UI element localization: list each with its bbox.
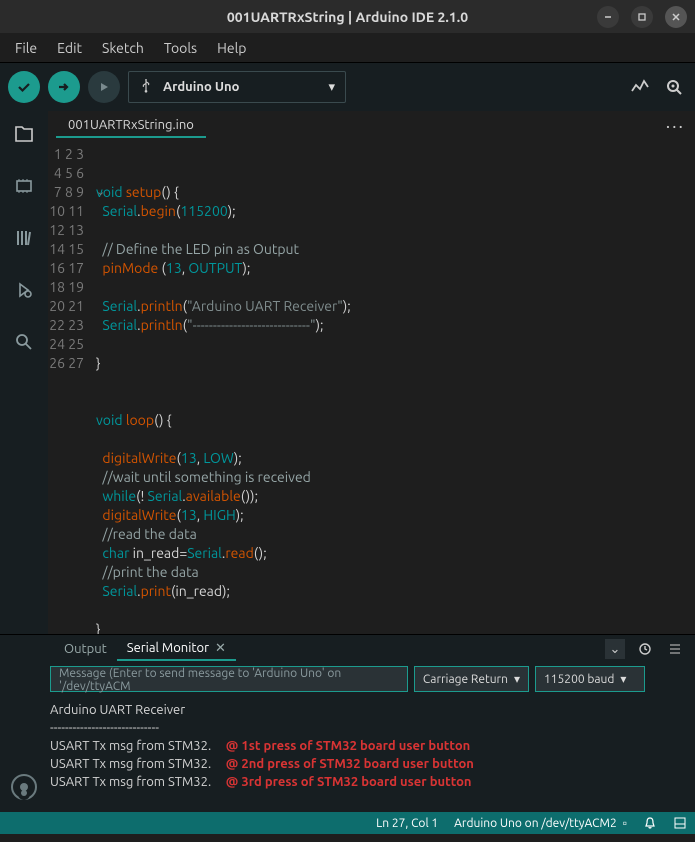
out-line: Arduino UART Receiver (50, 703, 185, 717)
line-ending-label: Carriage Return (423, 673, 508, 686)
annotation: @ 2nd press of STM32 board user button (226, 757, 474, 771)
annotation: @ 3rd press of STM32 board user button (226, 775, 472, 789)
out-line: ----------------------------- (50, 721, 159, 735)
baud-select[interactable]: 115200 baud ▾ (535, 666, 645, 692)
code-content: void setup() { Serial.begin(115200); // … (96, 141, 695, 634)
minimize-button[interactable] (597, 6, 619, 28)
tab-serial-monitor[interactable]: Serial Monitor ✕ (117, 638, 236, 661)
verify-button[interactable] (8, 71, 40, 103)
profile-icon[interactable] (11, 774, 37, 800)
tab-output[interactable]: Output (54, 639, 117, 659)
main-row: 001UARTRxString.ino ··· 1 2 3 4 5 6 7 8 … (0, 111, 695, 634)
board-label: Arduino Uno (163, 80, 239, 94)
window-buttons (597, 6, 687, 28)
close-panel-icon[interactable] (673, 816, 687, 830)
chevron-down-icon: ▾ (620, 672, 626, 686)
out-line: USART Tx msg from STM32. (50, 775, 211, 789)
menu-tools[interactable]: Tools (155, 37, 206, 59)
clock-icon[interactable] (635, 639, 655, 659)
board-manager-icon[interactable] (11, 173, 37, 199)
serial-message-input[interactable]: Message (Enter to send message to 'Ardui… (50, 666, 408, 692)
line-ending-select[interactable]: Carriage Return ▾ (414, 666, 529, 692)
debug-button[interactable] (88, 71, 120, 103)
debug-icon[interactable] (11, 277, 37, 303)
close-icon[interactable]: ✕ (215, 641, 226, 655)
search-icon[interactable] (11, 329, 37, 355)
upload-button[interactable] (48, 71, 80, 103)
menu-edit[interactable]: Edit (48, 37, 91, 59)
fold-icon[interactable]: ⌄ (96, 183, 105, 202)
toolbar: Arduino Uno ▾ (0, 63, 695, 111)
bottom-panel: Output Serial Monitor ✕ ⌄ Message (Enter … (0, 634, 695, 812)
line-gutter: 1 2 3 4 5 6 7 8 9 10 11 12 13 14 15 16 1… (48, 141, 96, 634)
window-title: 001UARTRxString | Arduino IDE 2.1.0 (227, 9, 468, 25)
editor-column: 001UARTRxString.ino ··· 1 2 3 4 5 6 7 8 … (48, 111, 695, 634)
close-button[interactable] (665, 6, 687, 28)
serial-plotter-icon[interactable] (627, 74, 653, 100)
status-board[interactable]: Arduino Uno on /dev/ttyACM2▫ (454, 816, 627, 830)
tab-serial-label: Serial Monitor (127, 641, 209, 655)
menu-help[interactable]: Help (208, 37, 255, 59)
menu-sketch[interactable]: Sketch (93, 37, 153, 59)
chevron-down-icon: ▾ (514, 672, 520, 686)
notifications-icon[interactable] (643, 816, 657, 830)
cursor-position: Ln 27, Col 1 (376, 817, 438, 830)
chevron-down-icon: ▾ (328, 80, 335, 95)
menu-file[interactable]: File (6, 37, 46, 59)
titlebar: 001UARTRxString | Arduino IDE 2.1.0 (0, 0, 695, 33)
maximize-button[interactable] (631, 6, 653, 28)
baud-label: 115200 baud (544, 673, 614, 686)
annotation: @ 1st press of STM32 board user button (226, 739, 471, 753)
out-line: USART Tx msg from STM32. (50, 757, 211, 771)
panel-tabs: Output Serial Monitor ✕ ⌄ (0, 635, 695, 663)
usb-icon (139, 79, 153, 96)
menubar: File Edit Sketch Tools Help (0, 33, 695, 63)
statusbar: Ln 27, Col 1 Arduino Uno on /dev/ttyACM2… (0, 812, 695, 834)
expand-down-icon[interactable]: ⌄ (605, 639, 625, 659)
status-board-label: Arduino Uno on /dev/ttyACM2 (454, 817, 617, 830)
lines-icon[interactable] (665, 639, 685, 659)
editor-tab[interactable]: 001UARTRxString.ino (56, 114, 206, 138)
library-manager-icon[interactable] (11, 225, 37, 251)
sketchbook-icon[interactable] (11, 121, 37, 147)
serial-monitor-icon[interactable] (661, 74, 687, 100)
serial-output[interactable]: Arduino UART Receiver ------------------… (0, 695, 695, 812)
serial-input-row: Message (Enter to send message to 'Ardui… (0, 663, 695, 695)
tab-overflow-icon[interactable]: ··· (666, 116, 685, 136)
board-selector[interactable]: Arduino Uno ▾ (128, 71, 346, 103)
out-line: USART Tx msg from STM32. (50, 739, 211, 753)
editor-tabbar: 001UARTRxString.ino ··· (48, 111, 695, 141)
code-editor[interactable]: 1 2 3 4 5 6 7 8 9 10 11 12 13 14 15 16 1… (48, 141, 695, 634)
activity-bar (0, 111, 48, 634)
